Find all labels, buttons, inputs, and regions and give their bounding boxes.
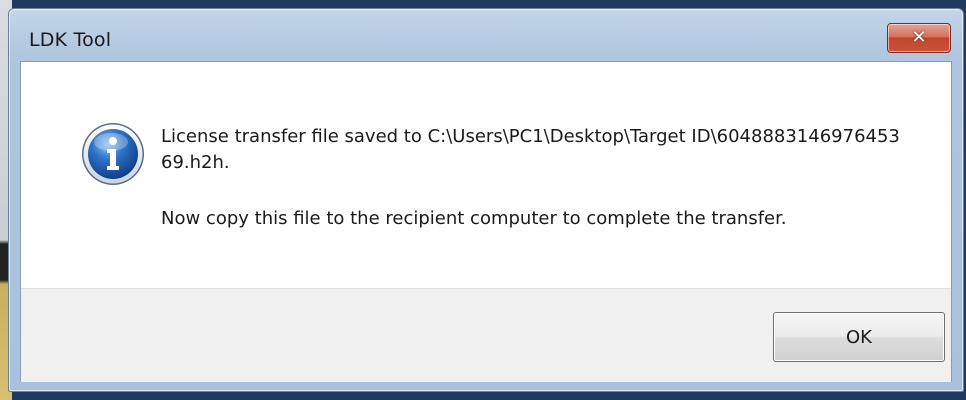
message-dialog: LDK Tool ✕ License transfer file saved t… (8, 8, 964, 392)
dialog-message: License transfer file saved to C:\Users\… (161, 124, 921, 232)
message-line-instruction: Now copy this file to the recipient comp… (161, 208, 787, 229)
message-line-saved-path: License transfer file saved to C:\Users\… (161, 126, 900, 173)
message-area: License transfer file saved to C:\Users\… (21, 62, 951, 288)
close-button[interactable]: ✕ (887, 23, 951, 53)
information-icon (82, 123, 144, 185)
title-bar[interactable]: LDK Tool ✕ (9, 9, 963, 61)
dialog-body: License transfer file saved to C:\Users\… (20, 61, 952, 382)
close-icon: ✕ (911, 27, 927, 48)
ok-button[interactable]: OK (773, 312, 945, 362)
window-title: LDK Tool (29, 29, 112, 51)
button-bar: OK (21, 288, 951, 382)
